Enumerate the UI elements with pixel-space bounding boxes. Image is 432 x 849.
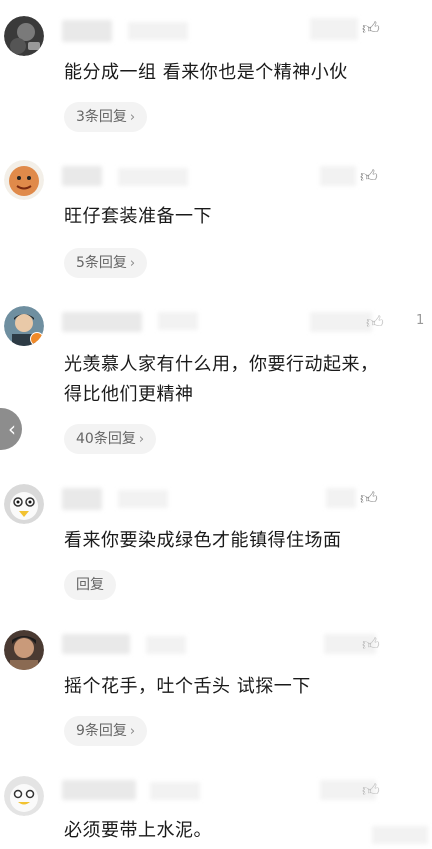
chevron-right-icon: › [129,110,136,125]
username-blurred [62,634,130,654]
username-blurred [62,312,142,332]
like-count-blurred [310,312,372,332]
view-replies-button[interactable]: 5条回复 › [64,248,148,278]
avatar[interactable] [4,630,44,670]
username-blurred [62,488,102,510]
username-blurred [146,636,186,654]
chevron-right-icon: › [129,724,136,739]
comment-text: 看来你要染成绿色才能镇得住场面 [64,530,342,551]
username-blurred [62,20,112,42]
watermark-blurred [372,826,428,844]
verified-badge [30,332,44,346]
user-avatar-image [4,776,44,816]
comment-text-line: 光羡慕人家有什么用，你要行动起来， [64,354,379,375]
avatar[interactable] [4,484,44,524]
chevron-right-icon: › [138,432,145,447]
thumbs-up-icon[interactable]: 👍︎ [360,168,378,186]
comment-text: 能分成一组 看来你也是个精神小伙 [64,62,348,83]
username-blurred [62,780,136,800]
comment-text: 旺仔套装准备一下 [64,206,212,227]
user-avatar-image [4,160,44,200]
username-blurred [62,166,102,186]
avatar[interactable] [4,160,44,200]
username-blurred [128,22,188,40]
user-avatar-image [4,16,44,56]
reply-label: 回复 [76,577,104,593]
back-button[interactable]: ‹ [0,408,22,450]
avatar[interactable] [4,16,44,56]
username-blurred [158,312,198,330]
thumbs-up-icon[interactable]: 👍︎ [366,314,384,332]
user-avatar-image [4,630,44,670]
user-avatar-image [4,484,44,524]
like-count-blurred [320,166,356,186]
view-replies-button[interactable]: 3条回复 › [64,102,148,132]
comment-text-line: 得比他们更精神 [64,384,194,405]
avatar[interactable] [4,776,44,816]
replies-count-label: 9条回复 [76,723,127,739]
username-blurred [118,168,188,186]
reply-button[interactable]: 回复 [64,570,116,600]
view-replies-button[interactable]: 40条回复 › [64,424,157,454]
replies-count-label: 3条回复 [76,109,127,125]
username-blurred [150,782,200,800]
like-count-blurred [326,488,356,508]
thumbs-up-icon[interactable]: 👍︎ [362,782,380,800]
thumbs-up-icon[interactable]: 👍︎ [362,636,380,654]
replies-count-label: 40条回复 [76,431,136,447]
back-chevron-icon: ‹ [8,417,16,441]
like-count-blurred [310,18,358,40]
thumbs-up-icon[interactable]: 👍︎ [362,20,380,38]
chevron-right-icon: › [129,256,136,271]
view-replies-button[interactable]: 9条回复 › [64,716,148,746]
thumbs-up-icon[interactable]: 👍︎ [360,490,378,508]
avatar[interactable] [4,306,44,346]
like-count: 1 [416,313,425,328]
comment-text: 必须要带上水泥。 [64,820,212,841]
username-blurred [118,490,168,508]
replies-count-label: 5条回复 [76,255,127,271]
comment-text: 摇个花手，吐个舌头 试探一下 [64,676,311,697]
